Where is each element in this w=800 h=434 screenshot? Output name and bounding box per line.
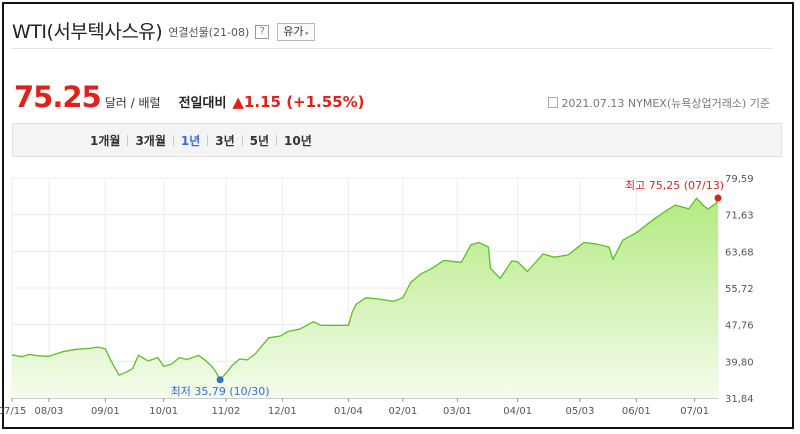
x-tick-label: 01/04 [334,406,363,417]
x-tick-label: 10/01 [149,406,178,417]
price-info-text: 2021.07.13 NYMEX(뉴욕상업거래소) 기준 [561,97,770,110]
y-tick-label: 39,80 [725,357,754,368]
min-point [216,376,224,384]
tab-10-years[interactable]: 10년 [277,132,319,149]
price-summary: 75.25 달러 / 배럴 전일대비 ▲1.15 (+1.55%) 2021.0… [14,80,770,114]
x-tick-label: 09/01 [91,406,120,417]
x-tick-label: 07/15 [0,406,26,417]
help-icon[interactable]: ? [255,25,270,39]
document-icon [548,97,559,108]
chevron-right-icon: ▸ [305,29,309,37]
y-tick-label: 63,68 [725,247,754,258]
compare-label: 전일대비 [178,96,227,111]
y-tick-label: 47,76 [725,321,754,332]
contract-subtitle: 연결선물(21-08) [168,26,250,39]
y-tick-label: 31,84 [725,394,754,405]
price-change: ▲1.15 (+1.55%) [232,93,365,111]
category-label: 유가 [283,25,304,38]
x-tick-label: 03/01 [443,406,472,417]
current-price: 75.25 [14,80,102,114]
y-tick-label: 79,59 [725,174,754,185]
x-tick-label: 08/03 [35,406,64,417]
category-button[interactable]: 유가 ▸ [277,23,315,41]
tab-3-months[interactable]: 3개월 [128,132,172,149]
max-label: 최고 75,25 (07/13) [625,179,724,192]
x-tick-label: 07/01 [680,406,709,417]
tab-1-year[interactable]: 1년 [174,132,207,149]
header: WTI(서부텍사스유) 연결선물(21-08) ? 유가 ▸ [12,12,772,49]
x-tick-label: 02/01 [389,406,418,417]
tab-5-years[interactable]: 5년 [243,132,276,149]
max-point [714,194,722,202]
x-tick-label: 05/03 [565,406,594,417]
page-title: WTI(서부텍사스유) [12,20,163,43]
price-chart: 79,59 71,63 63,68 55,72 47,76 39,80 31,84 07/15… [0,174,754,417]
tab-1-month[interactable]: 1개월 [83,132,127,149]
y-tick-label: 55,72 [725,284,754,295]
tab-3-years[interactable]: 3년 [208,132,241,149]
min-label: 최저 35,79 (10/30) [171,385,270,398]
x-tick-label: 04/01 [503,406,532,417]
x-tick-label: 11/02 [212,406,241,417]
price-info: 2021.07.13 NYMEX(뉴욕상업거래소) 기준 [548,95,770,111]
period-tabs: 1개월 3개월 1년 3년 5년 10년 [12,123,782,157]
x-tick-label: 12/01 [268,406,297,417]
y-tick-label: 71,63 [725,211,754,222]
x-tick-label: 06/01 [622,406,651,417]
price-unit: 달러 / 배럴 [104,96,161,110]
